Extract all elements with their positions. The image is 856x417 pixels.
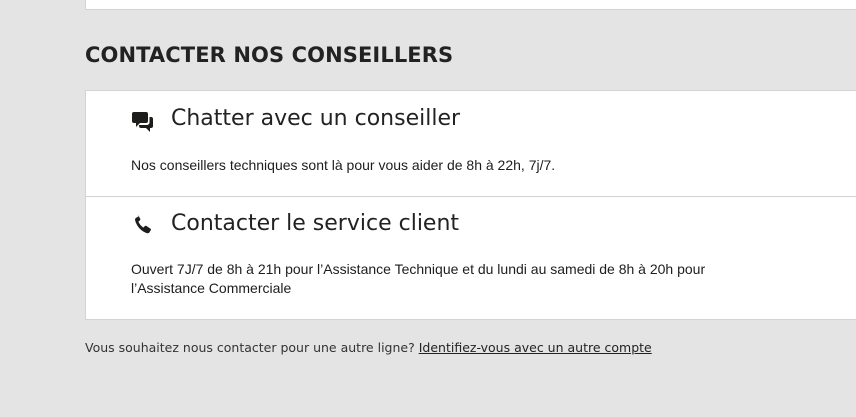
other-account-login-link[interactable]: Identifiez-vous avec un autre compte (419, 340, 652, 355)
other-line-question: Vous souhaitez nous contacter pour une a… (85, 340, 415, 355)
chat-option[interactable]: Chatter avec un conseiller Nos conseille… (86, 91, 856, 197)
previous-section-card (85, 0, 856, 10)
contact-options-panel: Chatter avec un conseiller Nos conseille… (85, 90, 856, 320)
chat-option-title[interactable]: Chatter avec un conseiller (171, 106, 460, 131)
section-title: CONTACTER NOS CONSEILLERS (85, 43, 454, 67)
customer-service-description: Ouvert 7J/7 de 8h à 21h pour l’Assistanc… (131, 261, 706, 296)
phone-icon (131, 212, 155, 236)
other-line-prompt: Vous souhaitez nous contacter pour une a… (85, 340, 652, 355)
customer-service-option[interactable]: Contacter le service client Ouvert 7J/7 … (86, 196, 856, 320)
chat-icon (131, 109, 155, 133)
chat-option-description: Nos conseillers techniques sont là pour … (131, 157, 556, 173)
customer-service-title[interactable]: Contacter le service client (171, 211, 459, 236)
